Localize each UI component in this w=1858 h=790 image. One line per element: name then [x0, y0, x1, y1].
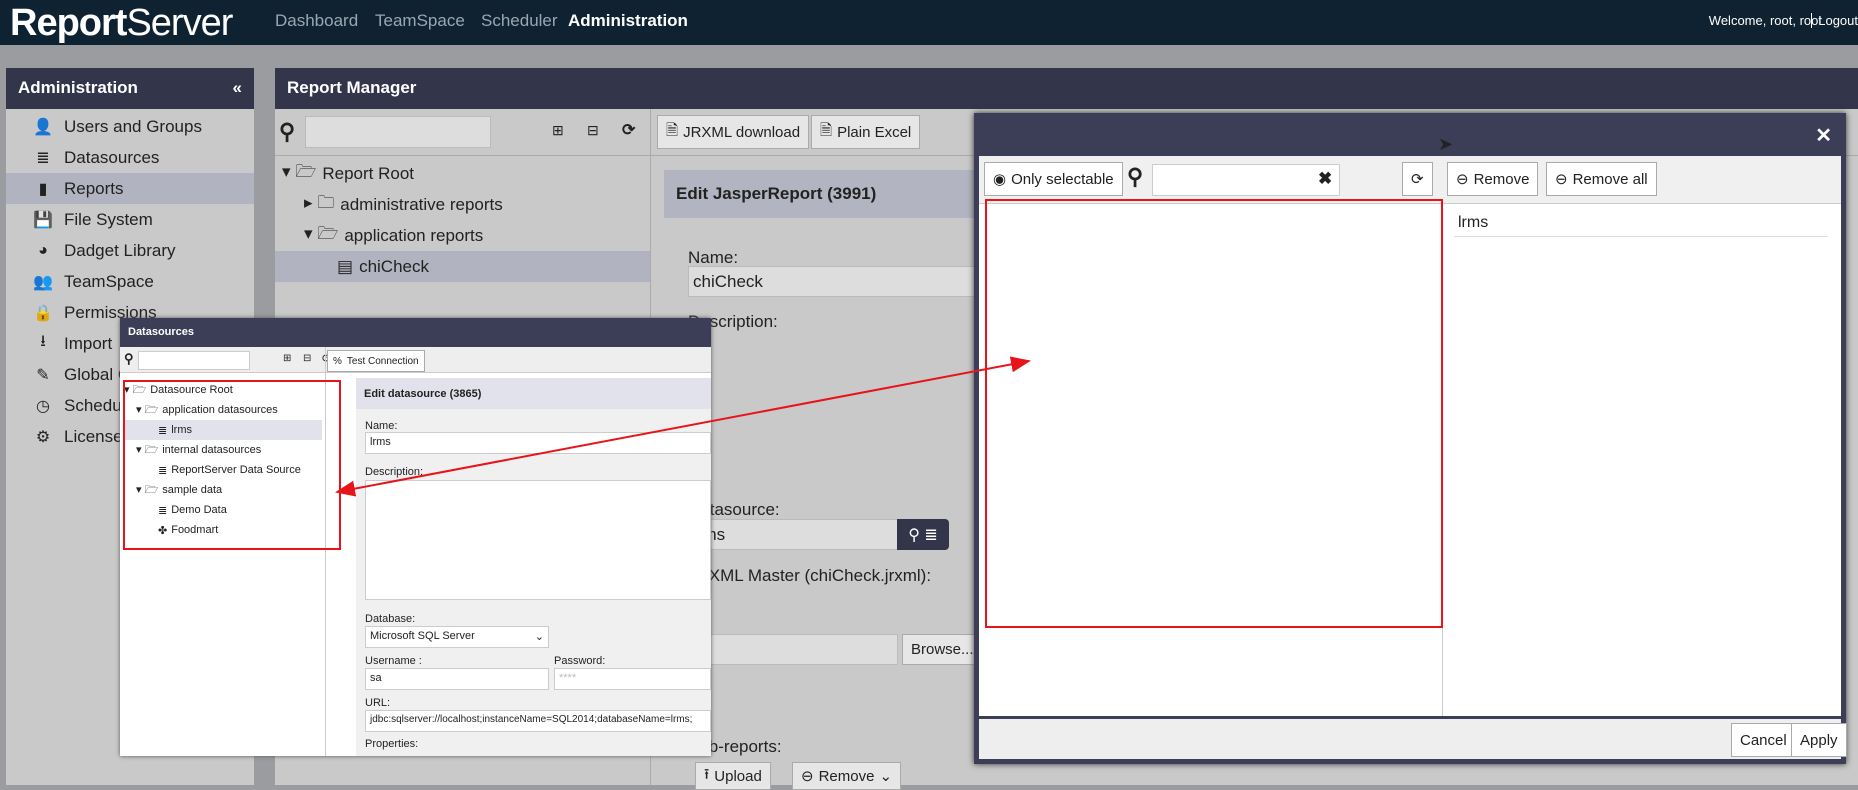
annotation-arrow [335, 356, 1031, 497]
mouse-cursor-icon: ➤ [1438, 134, 1454, 154]
